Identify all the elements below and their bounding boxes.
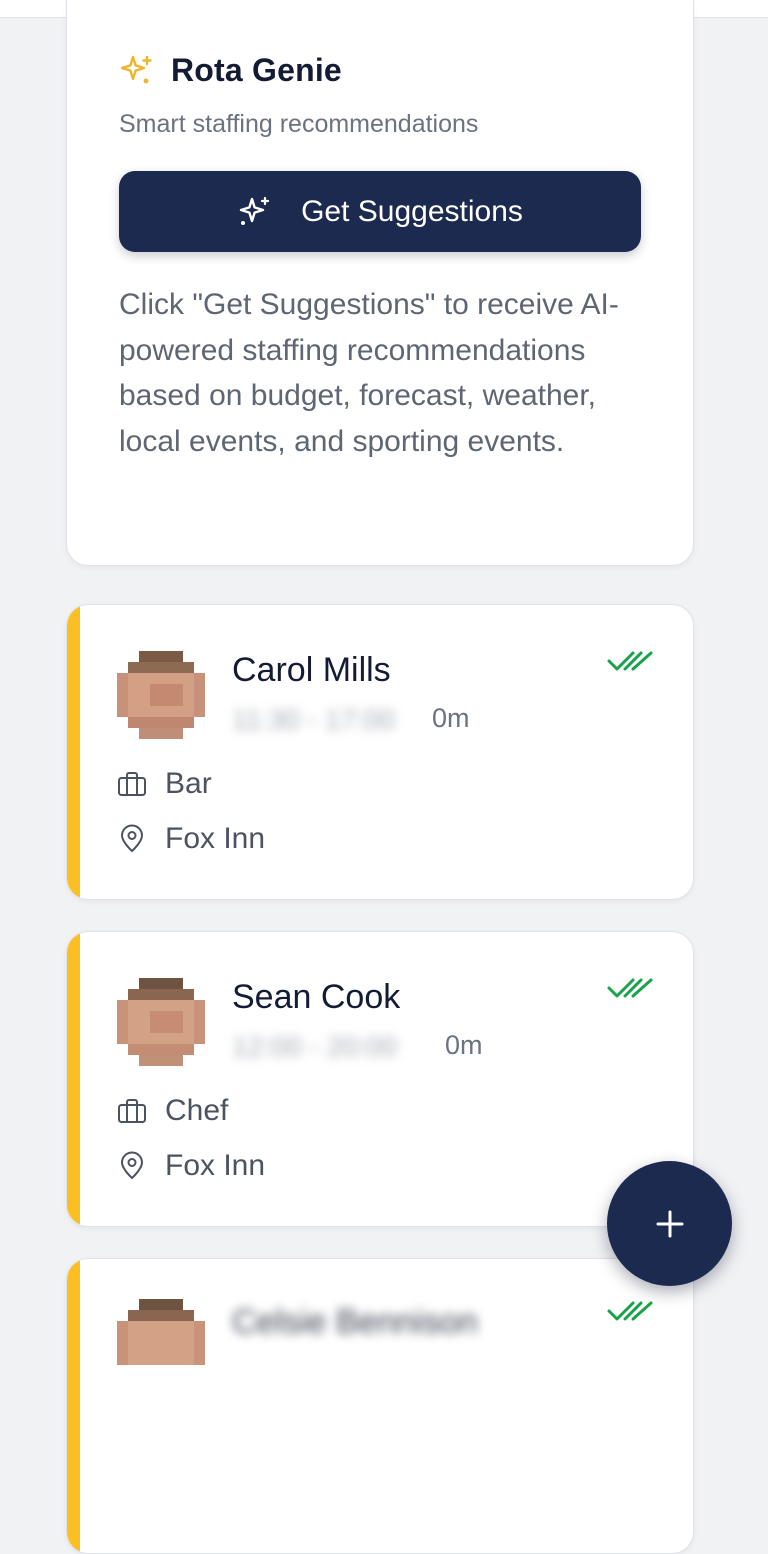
double-check-icon [607, 651, 653, 671]
role-label: Chef [165, 1094, 229, 1127]
sparkles-icon [239, 196, 270, 225]
role-row: Chef [117, 1094, 228, 1128]
avatar [117, 651, 205, 739]
get-suggestions-label: Get Suggestions [301, 194, 523, 228]
location-row: Fox Inn [117, 1149, 265, 1183]
break-duration: 0m [432, 703, 470, 733]
role-label: Bar [165, 767, 212, 800]
shift-accent-bar [67, 932, 80, 1226]
shift-accent-bar [67, 605, 80, 899]
shift-card[interactable]: Sean Cook 12:00 - 20:00 0m Chef Fox Inn [66, 931, 694, 1227]
shift-time: 11:30 - 17:00 [232, 704, 395, 735]
genie-title: Rota Genie [171, 52, 342, 88]
double-check-icon [607, 978, 653, 998]
avatar [117, 978, 205, 1066]
shift-card[interactable]: Celsie Bennison [66, 1258, 694, 1554]
shift-card[interactable]: Carol Mills 11:30 - 17:00 0m Bar Fox Inn [66, 604, 694, 900]
double-check-icon [607, 1301, 653, 1321]
shift-accent-bar [67, 1259, 80, 1553]
avatar [117, 1299, 205, 1365]
employee-name: Celsie Bennison [232, 1303, 478, 1341]
genie-description: Click "Get Suggestions" to receive AI-po… [119, 288, 619, 458]
sparkles-icon [120, 55, 152, 83]
briefcase-icon [118, 1099, 146, 1123]
map-pin-icon [120, 824, 144, 853]
map-pin-icon [120, 1151, 144, 1180]
break-duration: 0m [445, 1030, 483, 1060]
get-suggestions-button[interactable]: Get Suggestions [119, 171, 641, 252]
add-shift-button[interactable] [607, 1161, 732, 1286]
plus-icon [656, 1210, 683, 1237]
location-label: Fox Inn [165, 822, 266, 855]
employee-name: Carol Mills [232, 651, 391, 689]
location-label: Fox Inn [165, 1149, 266, 1182]
genie-header: Rota Genie [119, 52, 342, 89]
role-row: Bar [117, 767, 212, 801]
employee-name: Sean Cook [232, 978, 401, 1016]
genie-subtitle: Smart staffing recommendations [119, 110, 479, 138]
shift-time: 12:00 - 20:00 [232, 1031, 398, 1062]
location-row: Fox Inn [117, 822, 265, 856]
rota-genie-card: Rota Genie Smart staffing recommendation… [66, 0, 694, 566]
briefcase-icon [118, 772, 146, 796]
